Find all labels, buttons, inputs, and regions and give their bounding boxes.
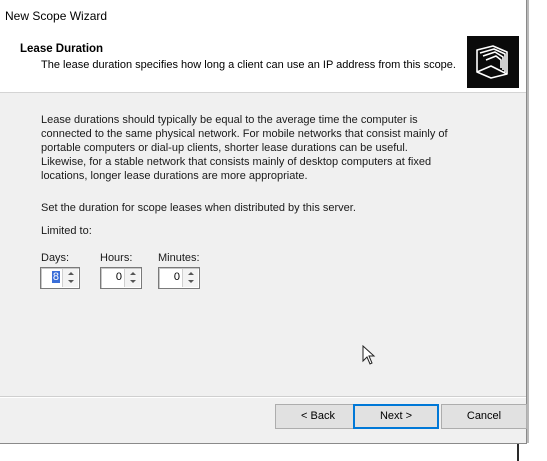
description-line: Likewise, for a stable network that cons… <box>41 156 432 168</box>
background-strip <box>0 444 547 461</box>
folders-icon <box>467 36 519 88</box>
lease-description: Lease durations should typically be equa… <box>41 113 461 183</box>
wizard-window: New Scope Wizard Lease Duration The leas… <box>0 0 527 444</box>
arrow-up-icon <box>188 272 194 275</box>
limited-to-label: Limited to: <box>41 225 92 237</box>
back-button[interactable]: < Back <box>275 404 361 429</box>
description-line: connected to the same physical network. … <box>41 128 448 140</box>
hours-spin-buttons <box>124 269 140 287</box>
minutes-spinner[interactable]: 0 <box>158 267 200 289</box>
mouse-pointer-icon <box>362 344 376 370</box>
minutes-down-button[interactable] <box>183 278 198 287</box>
description-line: locations, longer lease durations are mo… <box>41 170 308 182</box>
title-bar[interactable]: New Scope Wizard <box>0 0 526 30</box>
days-down-button[interactable] <box>63 278 78 287</box>
arrow-up-icon <box>68 272 74 275</box>
hours-value[interactable]: 0 <box>116 271 122 283</box>
wizard-content: Lease durations should typically be equa… <box>0 93 526 396</box>
minutes-label: Minutes: <box>158 252 200 264</box>
next-button[interactable]: Next > <box>353 404 439 429</box>
hours-label: Hours: <box>100 252 133 264</box>
days-value[interactable]: 8 <box>51 271 60 283</box>
description-line: Lease durations should typically be equa… <box>41 114 418 126</box>
days-spin-buttons <box>62 269 78 287</box>
days-spinner[interactable]: 8 <box>40 267 80 289</box>
days-label: Days: <box>41 252 70 264</box>
arrow-down-icon <box>130 280 136 283</box>
arrow-down-icon <box>188 280 194 283</box>
page-subtitle: The lease duration specifies how long a … <box>41 59 456 71</box>
cancel-button[interactable]: Cancel <box>441 404 527 429</box>
page-heading: Lease Duration <box>20 43 104 55</box>
hours-down-button[interactable] <box>125 278 140 287</box>
arrow-down-icon <box>68 280 74 283</box>
description-line: portable computers or dial-up clients, s… <box>41 142 408 154</box>
hours-spinner[interactable]: 0 <box>100 267 142 289</box>
minutes-spin-buttons <box>182 269 198 287</box>
wizard-header: Lease Duration The lease duration specif… <box>0 30 526 93</box>
arrow-up-icon <box>130 272 136 275</box>
window-title: New Scope Wizard <box>5 9 108 23</box>
duration-instruction: Set the duration for scope leases when d… <box>41 202 356 214</box>
window-edge <box>527 0 547 461</box>
button-divider <box>0 396 526 398</box>
minutes-value[interactable]: 0 <box>174 271 180 283</box>
